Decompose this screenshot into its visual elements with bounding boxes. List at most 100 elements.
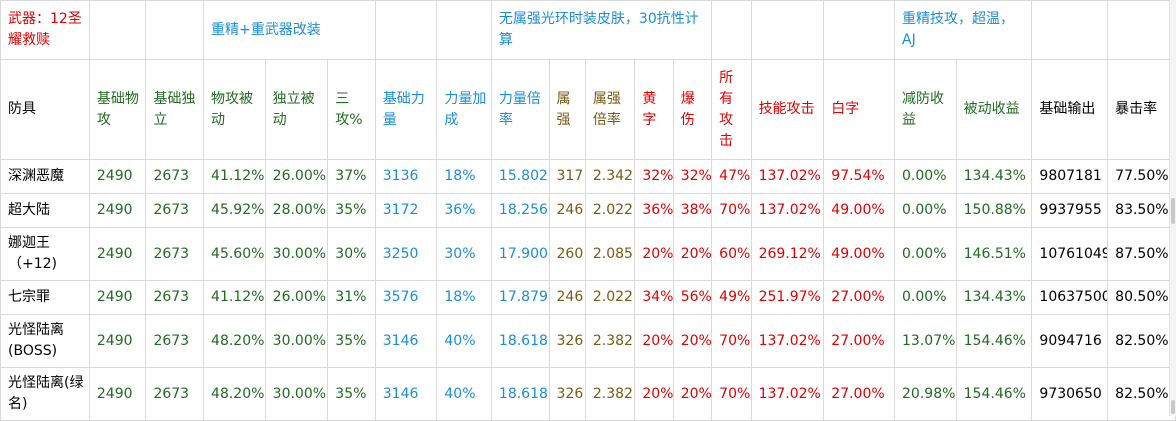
value-cell: 154.46% [955, 314, 1033, 368]
value-cell: 30.00% [264, 227, 329, 281]
value-cell: 30.00% [264, 314, 329, 368]
value-cell: 77.50% [1107, 159, 1176, 194]
value-cell: 146.51% [955, 227, 1033, 281]
value-cell: 3576 [374, 280, 438, 315]
value-cell: 17.879 [490, 280, 550, 315]
value-cell: 18.256 [490, 193, 550, 228]
header-cell: 三攻% [327, 59, 376, 160]
value-cell: 0.00% [894, 227, 957, 281]
value-cell: 10761049 [1031, 227, 1109, 281]
value-cell: 317 [548, 159, 586, 194]
scroll-handle-bottom[interactable] [1171, 400, 1175, 414]
table-row: 深渊恶魔 2490 2673 41.12% 26.00% 37% 3136 18% 15.802… [0, 159, 1176, 194]
value-cell: 20% [672, 367, 713, 421]
value-cell: 2673 [145, 193, 205, 228]
header-cell: 独立被动 [264, 59, 329, 160]
header-cell: 黄字 [634, 59, 674, 160]
value-cell: 15.802 [490, 159, 550, 194]
scroll-handle[interactable] [1171, 198, 1175, 224]
value-cell: 154.46% [955, 367, 1033, 421]
armor-name-cell: 光怪陆离(BOSS) [0, 314, 90, 368]
value-cell: 251.97% [750, 280, 825, 315]
note-group-3: 重精技攻，超温，AJ [894, 0, 1033, 60]
value-cell: 70% [711, 193, 752, 228]
value-cell: 0.00% [894, 280, 957, 315]
header-cell: 属强倍率 [584, 59, 636, 160]
header-cell: 基础输出 [1031, 59, 1109, 160]
value-cell: 35% [327, 314, 376, 368]
comparison-table: 武器：12圣耀救赎 重精+重武器改装 无属强光环时装皮肤，30抗性计算 重精技攻… [0, 0, 1176, 421]
header-cell: 技能攻击 [750, 59, 825, 160]
value-cell: 137.02% [750, 159, 825, 194]
value-cell: 60% [711, 227, 752, 281]
value-cell: 18.618 [490, 314, 550, 368]
value-cell: 34% [634, 280, 674, 315]
value-cell: 18.618 [490, 367, 550, 421]
value-cell: 246 [548, 280, 586, 315]
value-cell: 56% [672, 280, 713, 315]
value-cell: 326 [548, 314, 586, 368]
value-cell: 40% [436, 367, 492, 421]
value-cell: 2490 [88, 280, 147, 315]
header-cell: 防具 [0, 59, 90, 160]
value-cell: 134.43% [955, 159, 1033, 194]
value-cell: 70% [711, 367, 752, 421]
value-cell: 9094716 [1031, 314, 1109, 368]
value-cell: 2490 [88, 314, 147, 368]
value-cell: 20% [634, 314, 674, 368]
value-cell: 2673 [145, 280, 205, 315]
value-cell: 3172 [374, 193, 438, 228]
value-cell: 97.54% [823, 159, 896, 194]
value-cell: 82.50% [1107, 367, 1176, 421]
header-cell: 减防收益 [894, 59, 957, 160]
table-row: 娜迦王（+12) 2490 2673 45.60% 30.00% 30% 3250 30% 17… [0, 227, 1176, 281]
value-cell: 2.382 [584, 314, 636, 368]
value-cell: 47% [711, 159, 752, 194]
value-cell: 87.50% [1107, 227, 1176, 281]
header-cell: 物攻被动 [203, 59, 266, 160]
armor-name-cell: 七宗罪 [0, 280, 90, 315]
header-cell: 基础力量 [374, 59, 438, 160]
header-row: 防具 基础物攻 基础独立 物攻被动 独立被动 三攻% 基础力量 力量加成 力量倍率 属强 属强倍率黄… [0, 59, 1176, 160]
table-row: 光怪陆离(绿名) 2490 2673 48.20% 30.00% 35% 3146 40% 18… [0, 367, 1176, 421]
value-cell: 18% [436, 159, 492, 194]
value-cell: 3146 [374, 367, 438, 421]
value-cell: 30% [436, 227, 492, 281]
value-cell: 9937955 [1031, 193, 1109, 228]
value-cell: 30.00% [264, 367, 329, 421]
value-cell: 20% [634, 367, 674, 421]
table-row: 光怪陆离(BOSS) 2490 2673 48.20% 30.00% 35% 3146 40%… [0, 314, 1176, 368]
value-cell: 41.12% [203, 159, 266, 194]
value-cell: 2673 [145, 227, 205, 281]
value-cell: 9807181 [1031, 159, 1109, 194]
value-cell: 2673 [145, 159, 205, 194]
value-cell: 20% [634, 227, 674, 281]
value-cell: 2490 [88, 159, 147, 194]
value-cell: 27.00% [823, 314, 896, 368]
value-cell: 137.02% [750, 314, 825, 368]
value-cell: 2.382 [584, 367, 636, 421]
armor-name-cell: 光怪陆离(绿名) [0, 367, 90, 421]
header-cell: 力量倍率 [490, 59, 550, 160]
value-cell: 49.00% [823, 227, 896, 281]
value-cell: 2490 [88, 227, 147, 281]
header-cell: 爆伤 [672, 59, 713, 160]
armor-name-cell: 娜迦王（+12) [0, 227, 90, 281]
value-cell: 36% [436, 193, 492, 228]
weapon-note: 武器：12圣耀救赎 [0, 0, 90, 60]
value-cell: 45.60% [203, 227, 266, 281]
value-cell: 9730650 [1031, 367, 1109, 421]
value-cell: 41.12% [203, 280, 266, 315]
value-cell: 13.07% [894, 314, 957, 368]
value-cell: 10637500 [1031, 280, 1109, 315]
header-cell: 基础独立 [145, 59, 205, 160]
value-cell: 31% [327, 280, 376, 315]
value-cell: 20.98% [894, 367, 957, 421]
value-cell: 20% [672, 227, 713, 281]
header-cell: 被动收益 [955, 59, 1033, 160]
header-cell: 力量加成 [436, 59, 492, 160]
value-cell: 27.00% [823, 280, 896, 315]
table-row: 七宗罪 2490 2673 41.12% 26.00% 31% 3576 18% 17.879 2… [0, 280, 1176, 315]
value-cell: 17.900 [490, 227, 550, 281]
value-cell: 2.022 [584, 193, 636, 228]
